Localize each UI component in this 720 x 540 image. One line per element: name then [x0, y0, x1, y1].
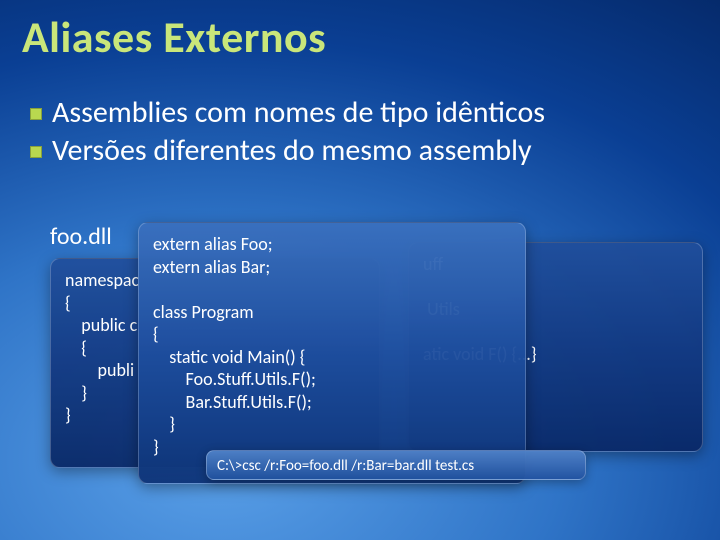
- bullet-item: Assemblies com nomes de tipo idênticos: [52, 94, 692, 132]
- command-line-bubble: C:\>csc /r:Foo=foo.dll /r:Bar=bar.dll te…: [206, 450, 586, 480]
- code-panel-front: extern alias Foo; extern alias Bar; clas…: [138, 222, 526, 484]
- foo-dll-label: foo.dll: [50, 222, 112, 251]
- bullet-item: Versões diferentes do mesmo assembly: [52, 132, 692, 170]
- bullet-list: Assemblies com nomes de tipo idênticos V…: [52, 94, 692, 169]
- slide-title: Aliases Externos: [22, 10, 326, 64]
